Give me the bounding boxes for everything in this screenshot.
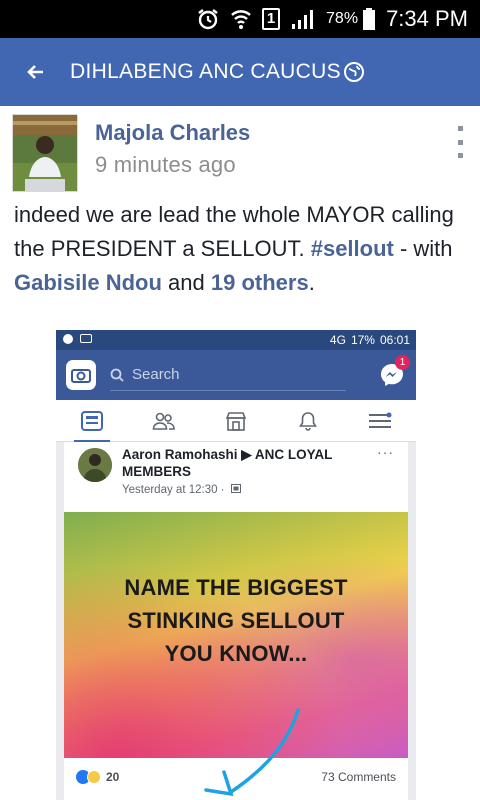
embedded-time: 06:01 <box>379 333 410 347</box>
embedded-tab-bar <box>56 400 416 442</box>
battery-icon <box>362 7 376 31</box>
haha-reaction-icon <box>87 770 101 784</box>
reactions-count: 20 <box>106 770 120 784</box>
embedded-search: Search <box>110 359 346 391</box>
embedded-search-placeholder: Search <box>132 366 180 383</box>
battery-percent: 78% <box>326 10 359 27</box>
dot <box>457 139 463 145</box>
messenger-icon: 1 <box>378 355 410 389</box>
messenger-badge: 1 <box>395 355 410 370</box>
with-text: - with <box>393 236 453 261</box>
embedded-battery: 17% <box>350 333 375 347</box>
comments-count: 73 Comments <box>321 770 396 784</box>
hashtag-link[interactable]: #sellout <box>311 236 394 261</box>
and-text: and <box>161 270 211 295</box>
embedded-post-more: ··· <box>377 444 394 460</box>
wifi-icon <box>230 7 252 31</box>
others-link[interactable]: 19 others <box>211 270 309 295</box>
post-header: Majola Charles 9 minutes ago <box>0 106 480 192</box>
search-icon <box>110 368 124 382</box>
embedded-poster-name: Aaron Ramohashi ▶ ANC LOYAL MEMBERS <box>122 447 333 479</box>
post-body: indeed we are lead the whole MAYOR calli… <box>14 198 464 300</box>
embedded-post-card: Aaron Ramohashi ▶ ANC LOYAL MEMBERS Yest… <box>64 442 408 800</box>
post-photo[interactable]: 4G 17% 06:01 Search 1 Aaron Ramohashi ▶ … <box>56 330 416 800</box>
camera-icon <box>66 360 96 390</box>
news-feed-icon <box>72 400 112 442</box>
embedded-poster-avatar <box>78 448 112 482</box>
dot <box>457 126 463 131</box>
group-title: DIHLABENG ANC CAUCUS <box>70 60 341 83</box>
clock: 7:34 PM <box>386 6 468 31</box>
embedded-post-header: Aaron Ramohashi ▶ ANC LOYAL MEMBERS Yest… <box>64 442 408 512</box>
author-name[interactable]: Majola Charles <box>95 120 250 146</box>
embedded-post-time: Yesterday at 12:30 · <box>122 484 241 496</box>
embedded-fb-header: Search 1 <box>56 350 416 400</box>
embedded-status-bar: 4G 17% 06:01 <box>56 330 416 350</box>
alarm-icon <box>196 7 220 31</box>
back-arrow-icon <box>27 65 43 79</box>
sim-card-icon: 1 <box>262 8 281 30</box>
embedded-status-right: 4G 17% 06:01 <box>325 333 410 347</box>
menu-icon <box>360 400 400 442</box>
group-privacy-icon <box>230 484 241 496</box>
marketplace-icon <box>216 400 256 442</box>
globe-icon <box>343 61 365 83</box>
friends-icon <box>144 400 184 442</box>
tagged-person-link[interactable]: Gabisile Ndou <box>14 270 162 295</box>
author-avatar[interactable] <box>12 114 78 192</box>
period-text: . <box>308 270 315 295</box>
post-options-button[interactable] <box>454 126 466 158</box>
embedded-post-time-text: Yesterday at 12:30 · <box>122 484 225 497</box>
embedded-image-text: NAME THE BIGGEST STINKING SELLOUT YOU KN… <box>124 574 348 666</box>
embedded-network: 4G <box>329 333 346 347</box>
screen: 1 78% 7:34 PM DIHLABENG ANC CAUCUS Majol… <box>0 0 480 800</box>
status-bar: 1 78% 7:34 PM <box>0 0 480 38</box>
embedded-post-image: NAME THE BIGGEST STINKING SELLOUT YOU KN… <box>64 512 408 758</box>
message-icon <box>80 333 92 347</box>
back-button[interactable] <box>0 38 70 106</box>
dot <box>457 153 463 158</box>
reactions: 20 <box>76 770 119 784</box>
embedded-post-footer: 20 73 Comments <box>64 758 408 796</box>
post-timestamp[interactable]: 9 minutes ago <box>95 152 236 178</box>
signal-icon <box>290 8 316 30</box>
whatsapp-icon <box>62 333 74 348</box>
app-bar: DIHLABENG ANC CAUCUS <box>0 38 480 106</box>
notifications-icon <box>288 400 328 442</box>
